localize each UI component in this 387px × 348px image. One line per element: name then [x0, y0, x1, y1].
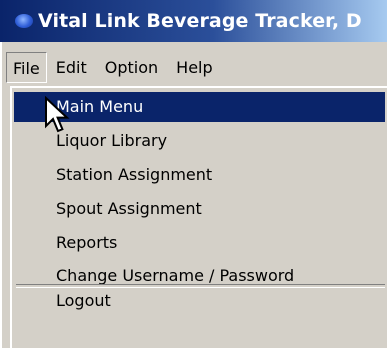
menu-edit[interactable]: Edit: [47, 52, 96, 83]
menu-help[interactable]: Help: [167, 52, 221, 83]
menu-option[interactable]: Option: [96, 52, 167, 83]
menu-item-logout[interactable]: Logout: [14, 286, 385, 316]
menu-item-reports[interactable]: Reports: [14, 228, 385, 258]
window-title: Vital Link Beverage Tracker, D: [38, 10, 362, 32]
menu-file[interactable]: File: [6, 51, 47, 83]
window-titlebar[interactable]: Vital Link Beverage Tracker, D: [0, 0, 387, 42]
menu-item-spout-assignment[interactable]: Spout Assignment: [14, 194, 385, 224]
menu-item-station-assignment[interactable]: Station Assignment: [14, 160, 385, 190]
menubar: File Edit Option Help: [0, 49, 387, 85]
app-globe-icon: [15, 14, 33, 28]
mouse-pointer-icon: [45, 96, 70, 133]
